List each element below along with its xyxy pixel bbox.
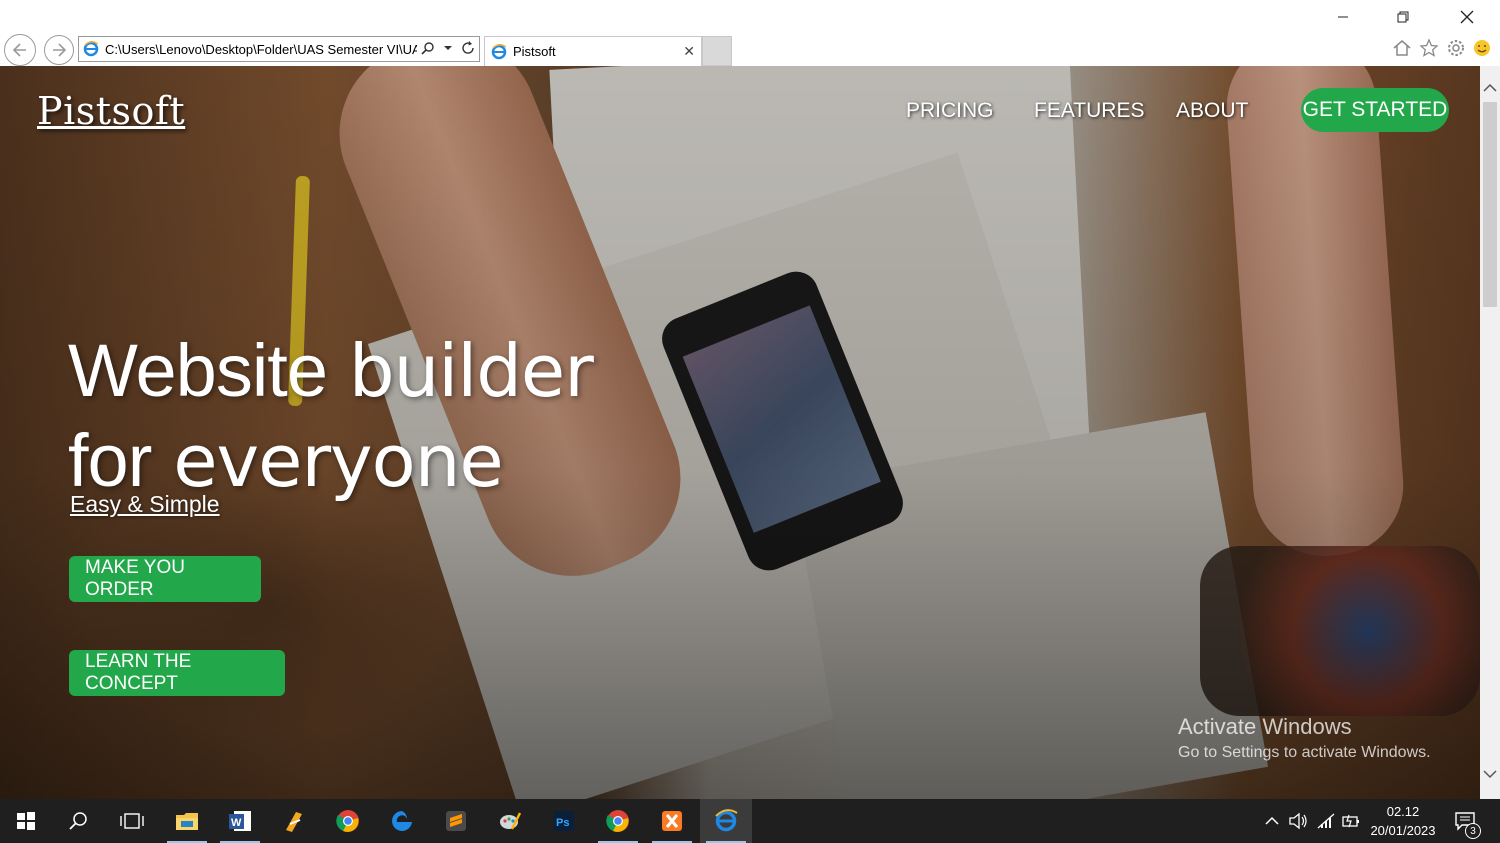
home-icon [1393,40,1411,56]
volume-icon [1289,812,1307,830]
taskbar-chrome-2[interactable] [592,799,644,843]
edge-icon [392,811,412,831]
svg-text:W: W [231,817,242,829]
network-button[interactable] [1316,811,1336,831]
chevron-up-icon [1265,816,1279,825]
nav-link-features[interactable]: FEATURES [1034,99,1144,123]
xampp-icon [662,811,682,831]
nav-link-about[interactable]: ABOUT [1176,99,1248,123]
taskbar-edge[interactable] [376,799,428,843]
battery-button[interactable] [1341,811,1361,831]
activate-windows-watermark: Activate Windows Go to Settings to activ… [1178,714,1431,762]
chrome-icon [606,810,629,832]
search-icon[interactable] [421,41,435,55]
address-bar[interactable]: C:\Users\Lenovo\Desktop\Folder\UAS Semes… [78,36,480,62]
nav-link-pricing[interactable]: PRICING [906,99,994,123]
home-button[interactable] [1391,37,1413,59]
hero-subtitle-link[interactable]: Easy & Simple [70,491,220,518]
chevron-down-icon [1483,770,1497,779]
hero-word-for: for [68,419,152,502]
address-url: C:\Users\Lenovo\Desktop\Folder\UAS Semes… [105,41,417,57]
taskbar-file-explorer[interactable] [161,799,213,843]
back-icon [12,43,26,57]
volume-button[interactable] [1288,811,1308,831]
svg-text:Ps: Ps [556,817,569,829]
tab-close-button[interactable]: ✕ [683,43,695,60]
forward-icon [53,43,67,57]
sublime-icon [446,811,466,831]
activate-windows-title: Activate Windows [1178,714,1352,739]
start-button[interactable] [0,799,52,843]
tab-pistsoft[interactable]: Pistsoft ✕ [484,36,702,66]
windows-start-icon [17,812,35,830]
internet-explorer-icon [715,809,738,832]
hero-word-everyone: everyone [173,419,503,503]
learn-concept-button[interactable]: LEARN THE CONCEPT [69,650,285,696]
gear-icon [1448,40,1464,56]
close-icon [1460,10,1474,24]
get-started-button[interactable]: GET STARTED [1301,88,1449,132]
windows-taskbar: W Ps 02.12 20/01/2023 3 [0,799,1500,843]
app-icon [286,812,302,832]
refresh-icon[interactable] [461,41,475,55]
feedback-button[interactable] [1471,37,1493,59]
new-tab-button[interactable] [702,36,732,66]
taskbar-chrome[interactable] [322,799,374,843]
restore-button[interactable] [1380,4,1426,30]
hero-word-builder: builder [348,329,594,413]
tab-title: Pistsoft [513,44,556,59]
taskbar-sublime[interactable] [430,799,482,843]
taskbar-internet-explorer[interactable] [700,799,752,843]
battery-icon [1342,814,1359,828]
task-view-icon [120,813,144,829]
scroll-up-button[interactable] [1482,80,1498,96]
show-hidden-icons-button[interactable] [1262,811,1282,831]
smiley-icon [1474,40,1490,56]
clock-time: 02.12 [1386,804,1420,819]
scroll-thumb[interactable] [1483,102,1497,307]
settings-button[interactable] [1445,37,1467,59]
scroll-down-button[interactable] [1482,766,1498,782]
page-viewport: Pistsoft PRICING FEATURES ABOUT GET STAR… [0,66,1480,799]
file-explorer-icon [176,813,198,830]
taskbar-xampp[interactable] [646,799,698,843]
dropdown-icon[interactable] [443,41,453,55]
window-close-button[interactable] [1444,4,1490,30]
minimize-icon [1338,16,1348,18]
taskbar-app[interactable] [268,799,320,843]
back-button[interactable] [4,34,36,66]
vertical-scrollbar[interactable] [1480,66,1500,799]
window-titlebar [0,0,1500,34]
browser-navbar: C:\Users\Lenovo\Desktop\Folder\UAS Semes… [0,34,1500,66]
minimize-button[interactable] [1320,4,1366,30]
clock-date: 20/01/2023 [1370,823,1436,838]
system-clock[interactable]: 02.12 20/01/2023 [1365,802,1441,840]
forward-button[interactable] [44,35,74,65]
taskbar-word[interactable]: W [214,799,266,843]
network-icon [1317,813,1335,829]
task-view-button[interactable] [106,799,158,843]
make-order-button[interactable]: MAKE YOU ORDER [69,556,261,602]
taskbar-search-button[interactable] [52,799,104,843]
taskbar-photoshop[interactable]: Ps [538,799,590,843]
hero-headline-line1: Website builder [68,328,594,413]
ie-icon [491,43,507,59]
word-icon: W [229,811,251,831]
chevron-up-icon [1483,83,1497,92]
paint-icon [500,812,522,830]
notification-count-badge: 3 [1465,823,1481,839]
chrome-icon [336,810,359,832]
ie-icon [83,41,99,57]
site-logo[interactable]: Pistsoft [37,89,185,133]
star-icon [1419,38,1439,57]
taskbar-search-icon [69,812,87,830]
activate-windows-subtitle: Go to Settings to activate Windows. [1178,744,1431,761]
photoshop-icon: Ps [554,811,574,831]
favorites-button[interactable] [1418,37,1440,59]
restore-icon [1397,11,1409,23]
taskbar-paint[interactable] [484,799,536,843]
hero-word-website: Website [68,329,328,412]
